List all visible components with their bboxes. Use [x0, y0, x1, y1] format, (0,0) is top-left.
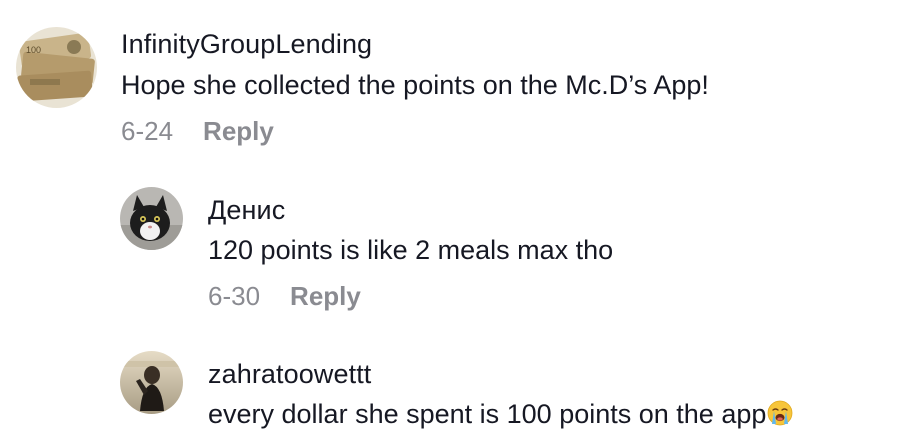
comment-text-body: every dollar she spent is 100 points on … [208, 399, 767, 429]
comment-text: 120 points is like 2 meals max tho [208, 235, 614, 265]
comment-date: 6-30 [208, 281, 261, 311]
loudly-crying-face-emoji-icon [767, 400, 793, 426]
comment-username[interactable]: InfinityGroupLending [121, 29, 372, 60]
user-avatar[interactable] [120, 351, 183, 414]
svg-text:100: 100 [26, 45, 41, 55]
user-avatar[interactable] [120, 187, 183, 250]
reply-button[interactable]: Reply [290, 281, 361, 311]
comment-username[interactable]: zahratoowettt [208, 359, 371, 390]
comment-text: Hope she collected the points on the Mc.… [121, 70, 709, 100]
reply-button[interactable]: Reply [203, 116, 274, 146]
comment-date: 6-24 [121, 116, 174, 146]
user-avatar[interactable]: 100 [16, 27, 97, 108]
comment-text: every dollar she spent is 100 points on … [208, 399, 793, 430]
person-photo-avatar-icon [120, 351, 183, 414]
money-stack-avatar-icon: 100 [16, 27, 97, 108]
comment-meta: 6-24 Reply [121, 116, 274, 147]
cat-avatar-icon [120, 187, 183, 250]
comment-username[interactable]: Денис [208, 195, 285, 226]
comment-meta: 6-30 Reply [208, 281, 361, 312]
